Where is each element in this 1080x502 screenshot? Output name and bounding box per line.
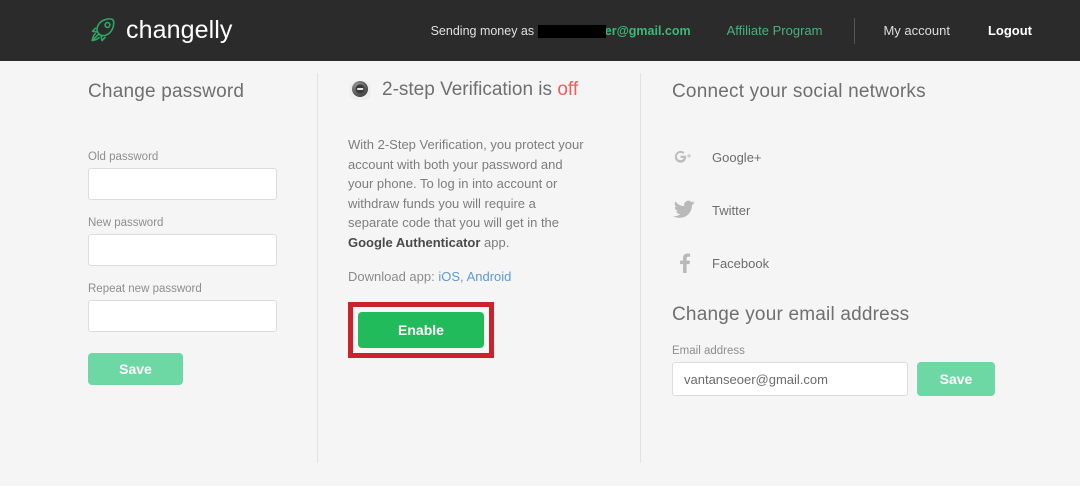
social-label-facebook: Facebook [712,255,770,271]
download-separator: , [460,269,464,284]
two-step-title-text: 2-step Verification is [382,79,553,100]
facebook-icon [672,251,696,275]
social-networks-title: Connect your social networks [672,81,926,102]
new-password-input[interactable] [88,234,277,266]
two-step-verification-section: 2-step Verification is off With 2-Step V… [348,61,598,358]
social-item-twitter[interactable]: Twitter [672,198,1002,222]
brand-logo[interactable]: changelly [86,15,233,47]
change-email-title: Change your email address [672,304,910,325]
save-password-button[interactable]: Save [88,353,183,385]
two-step-description-part2: app. [480,234,510,250]
download-app-label: Download app: [348,269,435,284]
twitter-icon [672,198,696,222]
repeat-password-input[interactable] [88,300,277,332]
email-row: Save [672,362,1002,396]
sending-money-as: Sending money as oer@gmail.com [431,24,691,38]
column-divider-right [640,73,641,463]
save-email-button[interactable]: Save [917,362,995,396]
social-label-google-plus: Google+ [712,149,762,165]
header-nav: Sending money as oer@gmail.com Affiliate… [431,0,1080,61]
two-step-status: off [557,79,579,100]
social-item-facebook[interactable]: Facebook [672,251,1002,275]
two-step-description-part1: With 2-Step Verification, you protect yo… [348,137,584,230]
nav-affiliate-program[interactable]: Affiliate Program [727,23,823,38]
enable-2fa-button[interactable]: Enable [358,312,484,348]
download-app-line: Download app: iOS, Android [348,269,598,284]
right-column: Connect your social networks Google+ Twi… [672,61,1002,396]
nav-divider [854,17,856,44]
old-password-input[interactable] [88,168,277,200]
email-address-label: Email address [672,345,745,357]
download-ios-link[interactable]: iOS [438,269,460,284]
social-item-google-plus[interactable]: Google+ [672,145,1002,169]
repeat-password-label: Repeat new password [88,283,202,295]
download-android-link[interactable]: Android [467,269,512,284]
email-address-input[interactable] [672,362,908,396]
google-plus-icon [672,145,696,169]
column-divider-left [317,73,318,463]
content-area: Change password Old password New passwor… [0,61,1080,502]
nav-logout[interactable]: Logout [988,23,1032,38]
two-step-description: With 2-Step Verification, you protect yo… [348,135,590,252]
redacted-email-bar [538,25,607,38]
google-authenticator-label: Google Authenticator [348,234,481,250]
social-label-twitter: Twitter [712,202,751,218]
new-password-label: New password [88,217,164,229]
enable-button-highlight: Enable [348,302,494,358]
change-password-section: Change password Old password New passwor… [88,61,288,385]
site-header: changelly Sending money as oer@gmail.com… [0,0,1080,61]
brand-name: changelly [126,16,233,44]
email-tail: oer@gmail.com [597,23,691,38]
settings-page: changelly Sending money as oer@gmail.com… [0,0,1080,502]
sending-money-label: Sending money as [430,23,535,38]
lock-circle-icon [348,78,372,102]
change-password-title: Change password [88,81,245,102]
two-step-title: 2-step Verification is off [382,79,578,101]
footer-strip [0,486,1080,502]
nav-my-account[interactable]: My account [883,23,949,38]
rocket-icon [86,15,118,47]
old-password-label: Old password [88,151,159,163]
two-step-heading: 2-step Verification is off [348,78,598,102]
